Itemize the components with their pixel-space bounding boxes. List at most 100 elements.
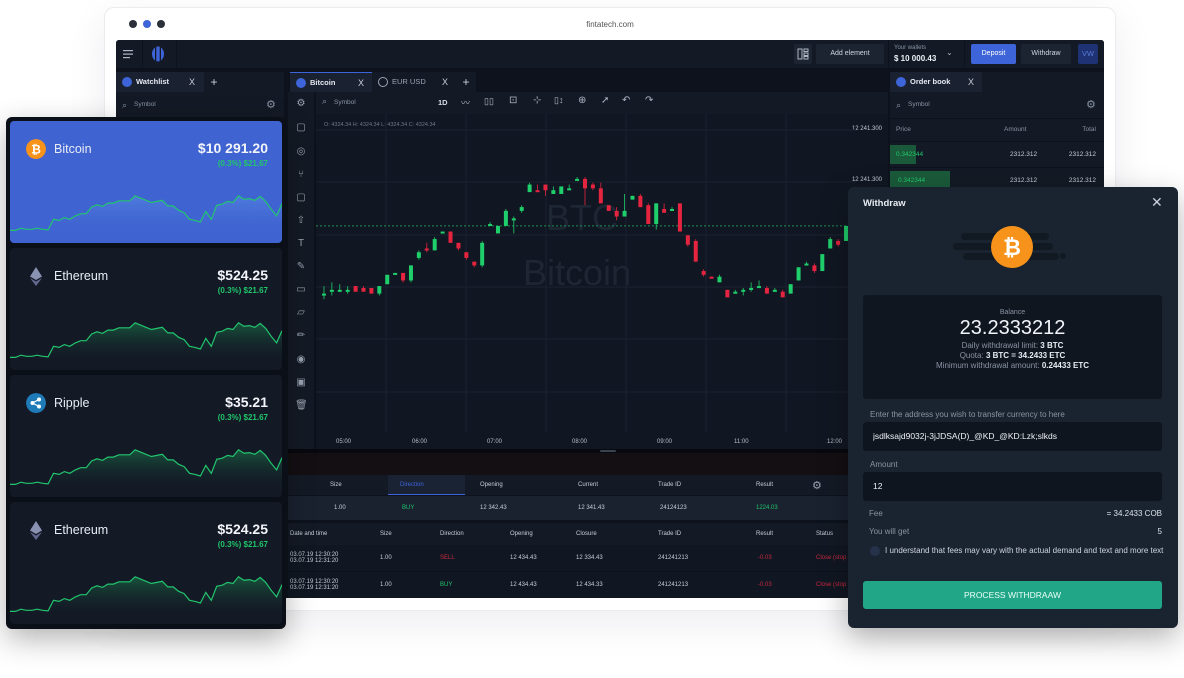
text-icon[interactable]: T (295, 238, 307, 250)
watchlist-card[interactable]: Ethereum $524.25 (0.3%) $21.67 (10, 502, 282, 624)
position-row[interactable]: 1.00 BUY 12 342.43 12 341.43 24124123 12… (288, 496, 848, 520)
tab-watchlist[interactable]: Watchlist X (116, 72, 204, 92)
pencil-icon[interactable]: ✏ (295, 330, 307, 342)
wallet-chevron-down-icon[interactable]: ⌄ (946, 48, 953, 57)
add-tab-button[interactable]: + (204, 72, 224, 92)
position-size: 1.00 (334, 505, 346, 511)
gear-icon[interactable]: ⚙ (295, 98, 307, 110)
layout-button[interactable] (794, 44, 812, 64)
square-icon[interactable]: ▢ (295, 192, 307, 204)
avatar[interactable]: VW (1078, 44, 1098, 64)
quota-label: Quota: (959, 351, 984, 360)
watchlist-search[interactable]: ⌕ Symbol ⚙ (116, 94, 284, 116)
close-icon[interactable]: X (442, 72, 448, 92)
column-header[interactable]: Status (816, 523, 833, 545)
eurusd-dot-icon (378, 77, 388, 87)
agree-checkbox[interactable] (870, 546, 880, 556)
crosshair-icon[interactable]: ⊹ (533, 95, 541, 106)
history-row[interactable]: 03.07.19 12:30:20 03.07.19 12:31:20 1.00… (288, 545, 851, 571)
brush-icon[interactable]: ✎ (295, 261, 307, 273)
trash-icon[interactable]: 🗑 (295, 400, 308, 412)
column-header[interactable]: Trade ID (658, 475, 681, 495)
history-size: 1.00 (380, 555, 392, 561)
ruler-icon[interactable]: ▱ (295, 307, 307, 319)
candles-icon[interactable]: ▯▯ (484, 96, 494, 107)
gear-icon[interactable]: ⚙ (1086, 94, 1096, 116)
column-header[interactable]: Direction (440, 523, 464, 545)
card-change: (0.3%) $21.67 (217, 286, 268, 295)
add-tab-button[interactable]: + (456, 72, 476, 92)
interval-selector[interactable]: 1D (438, 98, 448, 107)
camera-icon[interactable]: ▣ (295, 377, 307, 389)
column-header[interactable]: Opening (480, 475, 503, 495)
redo-icon[interactable]: ↷ (645, 95, 653, 106)
address-input[interactable] (863, 422, 1162, 451)
column-header[interactable]: Size (330, 475, 342, 495)
withdraw-button[interactable]: Withdraw (1021, 44, 1071, 64)
candle-up (828, 239, 833, 249)
column-header[interactable]: Date and time (290, 523, 327, 545)
history-row[interactable]: 03.07.19 12:30:20 03.07.19 12:31:20 1.00… (288, 572, 851, 598)
indicator-icon[interactable]: ⊡ (509, 95, 517, 106)
withdraw-modal: Withdraw ✕ ₿ Balance 23.2333212 Daily wi… (848, 187, 1178, 628)
close-icon[interactable]: X (189, 72, 195, 92)
undo-icon[interactable]: ↶ (622, 95, 630, 106)
candle-up (717, 276, 722, 283)
orderbook-price: 0.342344 (898, 177, 926, 184)
cursor-icon[interactable]: ➚ (601, 95, 609, 106)
comment-icon[interactable]: ▭ (295, 284, 307, 296)
amount-input[interactable] (863, 472, 1162, 501)
column-header[interactable]: Result (756, 523, 773, 545)
watchlist-cards: ₿ Bitcoin $10 291.20 (0.3%) $21.67 Ethereum $… (6, 117, 286, 629)
search-placeholder: Symbol (908, 101, 930, 108)
column-header[interactable]: Trade ID (658, 523, 681, 545)
price-chart[interactable]: O: 4324.34 H: 4324.34 L: 4324.34 C: 4324… (316, 92, 888, 449)
tab-eur-usd[interactable]: EUR USD X (372, 72, 456, 92)
rectangle-icon[interactable]: ▢ (295, 122, 307, 134)
add-element-button[interactable]: Add element (816, 44, 884, 64)
gear-icon[interactable]: ⚙ (266, 94, 276, 116)
tab-bitcoin[interactable]: Bitcoin X (290, 72, 372, 92)
column-header[interactable]: Closure (576, 523, 597, 545)
x-tick-label: 05:00 (336, 439, 352, 445)
sparkline-chart (10, 195, 282, 238)
table-settings-gear-icon[interactable]: ⚙ (812, 475, 822, 495)
process-withdraw-button[interactable]: PROCESS WITHDRAAW (863, 581, 1162, 609)
history-closure: 12 434.33 (576, 582, 603, 588)
card-name: Ethereum (54, 269, 109, 283)
column-header[interactable]: Size (380, 523, 392, 545)
candle-up (733, 291, 738, 294)
column-header-direction[interactable]: Direction (388, 475, 465, 495)
scale-icon[interactable]: ▯↕ (554, 95, 563, 106)
candle-down (456, 242, 461, 249)
column-header[interactable]: Current (578, 475, 598, 495)
tab-label: EUR USD (392, 77, 426, 86)
chart-tab-bar: Bitcoin X EUR USD X + (288, 72, 888, 92)
arrow-up-icon[interactable]: ⇧ (295, 215, 307, 227)
column-header[interactable]: Opening (510, 523, 533, 545)
column-header[interactable]: Result (756, 475, 773, 495)
watchlist-card[interactable]: Ripple $35.21 (0.3%) $21.67 (10, 375, 282, 497)
history-size: 1.00 (380, 582, 392, 588)
candle-down (685, 235, 690, 245)
symbol-search-input[interactable]: Symbol (334, 99, 356, 106)
watchlist-card[interactable]: Ethereum $524.25 (0.3%) $21.67 (10, 248, 282, 370)
close-icon[interactable]: X (968, 72, 974, 92)
target-icon[interactable]: ◎ (295, 146, 307, 158)
history-opening: 12 434.43 (510, 582, 537, 588)
orderbook-row[interactable]: 0.342344 2312.312 2312.312 (890, 141, 1104, 166)
eye-off-icon[interactable]: ◉ (295, 354, 307, 366)
candle-down (590, 184, 595, 189)
deposit-button[interactable]: Deposit (971, 44, 1016, 64)
candle-down (353, 286, 358, 292)
zoom-in-icon[interactable]: ⊕ (578, 95, 586, 106)
menu-icon[interactable] (122, 47, 134, 61)
close-icon[interactable]: ✕ (1151, 194, 1163, 211)
line-chart-icon[interactable]: 〰 (461, 96, 470, 109)
candle-down (535, 190, 540, 193)
fork-icon[interactable]: ⑂ (295, 169, 307, 181)
tab-order-book[interactable]: Order book X (890, 72, 982, 92)
close-icon[interactable]: X (358, 73, 364, 93)
watchlist-card[interactable]: ₿ Bitcoin $10 291.20 (0.3%) $21.67 (10, 121, 282, 243)
orderbook-search[interactable]: ⌕ Symbol ⚙ (890, 94, 1104, 116)
